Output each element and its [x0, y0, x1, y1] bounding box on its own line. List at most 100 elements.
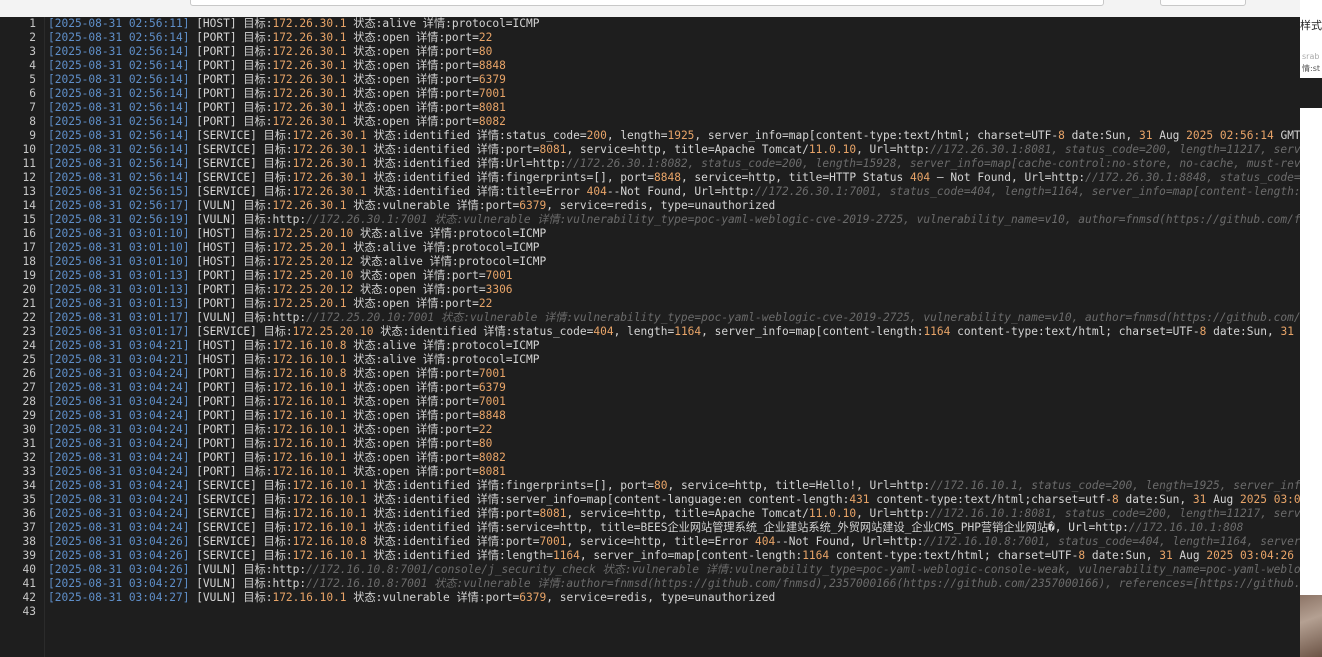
log-line[interactable]: [2025-08-31 03:04:24] [SERVICE] 目标:172.1… — [48, 479, 1300, 493]
log-segment: 172.26.30.1 — [272, 59, 347, 72]
log-line[interactable]: [2025-08-31 02:56:14] [PORT] 目标:172.26.3… — [48, 87, 506, 101]
log-line[interactable]: [2025-08-31 02:56:11] [HOST] 目标:172.26.3… — [48, 17, 539, 31]
log-segment: 172.16.10.1 — [272, 353, 347, 366]
line-number: 29 — [22, 409, 36, 422]
log-line[interactable]: [2025-08-31 03:04:24] [SERVICE] 目标:172.1… — [48, 521, 1243, 535]
log-line[interactable]: [2025-08-31 03:04:24] [PORT] 目标:172.16.1… — [48, 451, 506, 465]
log-segment: [HOST] 目标: — [189, 227, 273, 240]
log-segment: 8081 — [478, 465, 506, 478]
log-line[interactable]: [2025-08-31 03:01:10] [HOST] 目标:172.25.2… — [48, 241, 539, 255]
log-line[interactable]: [2025-08-31 03:04:24] [PORT] 目标:172.16.1… — [48, 465, 506, 479]
log-segment: 状态:alive 详情:protocol=ICMP — [353, 255, 547, 268]
log-segment: 状态:identified 详情:status_code= — [373, 325, 594, 338]
line-number-gutter: 1 2 3 4 5 6 7 8 9 10 11 12 13 14 15 16 17 18 19 20 21 22 23 24 2… — [0, 17, 45, 657]
log-segment: 172.16.10.1 — [272, 423, 347, 436]
log-line[interactable]: [2025-08-31 02:56:14] [PORT] 目标:172.26.3… — [48, 45, 492, 59]
line-number: 40 — [22, 563, 36, 576]
log-segment: [2025-08-31 03:04:27] — [48, 591, 190, 604]
log-segment: Aug — [1172, 549, 1207, 562]
log-line[interactable]: [2025-08-31 03:04:27] [VULN] 目标:http://1… — [48, 577, 1300, 591]
log-line[interactable]: [2025-08-31 03:04:26] [VULN] 目标:http://1… — [48, 563, 1300, 577]
log-segment: 状态:open 详情:port= — [346, 59, 479, 72]
line-number: 19 — [22, 269, 36, 282]
log-line[interactable]: [2025-08-31 02:56:19] [VULN] 目标:http://1… — [48, 213, 1300, 227]
log-content[interactable]: [2025-08-31 02:56:11] [HOST] 目标:172.26.3… — [48, 17, 1300, 657]
log-line[interactable]: [2025-08-31 03:01:13] [PORT] 目标:172.25.2… — [48, 297, 492, 311]
log-line[interactable]: [2025-08-31 03:04:24] [PORT] 目标:172.16.1… — [48, 381, 506, 395]
log-segment: [2025-08-31 02:56:14] — [48, 101, 190, 114]
log-segment: 8082 — [478, 451, 506, 464]
log-line[interactable]: [2025-08-31 03:04:24] [PORT] 目标:172.16.1… — [48, 367, 506, 381]
log-segment: 172.26.30.1 — [292, 157, 367, 170]
log-line[interactable]: [2025-08-31 02:56:14] [SERVICE] 目标:172.2… — [48, 157, 1300, 171]
log-segment: [PORT] 目标: — [189, 395, 273, 408]
log-line[interactable]: [2025-08-31 03:01:17] [SERVICE] 目标:172.2… — [48, 325, 1300, 339]
log-line[interactable]: [2025-08-31 03:04:24] [PORT] 目标:172.16.1… — [48, 395, 506, 409]
log-segment: date:Sun, — [1085, 549, 1160, 562]
log-segment: [2025-08-31 03:04:24] — [48, 493, 190, 506]
log-segment: 状态:identified 详情:status_code= — [366, 129, 587, 142]
line-number: 7 — [29, 101, 36, 114]
log-segment: [2025-08-31 02:56:14] — [48, 87, 190, 100]
log-line[interactable]: [2025-08-31 03:04:21] [HOST] 目标:172.16.1… — [48, 353, 539, 367]
log-line[interactable]: [2025-08-31 03:01:10] [HOST] 目标:172.25.2… — [48, 227, 546, 241]
log-editor[interactable]: 1 2 3 4 5 6 7 8 9 10 11 12 13 14 15 16 17 18 19 20 21 22 23 24 2… — [0, 17, 1300, 657]
log-segment: 22 — [478, 31, 493, 44]
log-line[interactable]: [2025-08-31 02:56:14] [SERVICE] 目标:172.2… — [48, 143, 1300, 157]
log-line[interactable]: [2025-08-31 03:01:10] [HOST] 目标:172.25.2… — [48, 255, 546, 269]
log-segment: [2025-08-31 02:56:14] — [48, 157, 190, 170]
log-segment: 172.26.30.1 — [272, 101, 347, 114]
log-line[interactable]: [2025-08-31 02:56:14] [PORT] 目标:172.26.3… — [48, 59, 506, 73]
log-line[interactable]: [2025-08-31 02:56:14] [PORT] 目标:172.26.3… — [48, 31, 492, 45]
log-line[interactable]: [2025-08-31 03:04:21] [HOST] 目标:172.16.1… — [48, 339, 539, 353]
line-number: 26 — [22, 367, 36, 380]
line-number: 42 — [22, 591, 36, 604]
log-segment: 172.16.10.1 — [292, 493, 367, 506]
log-segment: [2025-08-31 03:04:24] — [48, 423, 190, 436]
log-segment: 404 — [909, 171, 931, 184]
line-number: 33 — [22, 465, 36, 478]
line-number: 5 — [29, 73, 36, 86]
log-segment: [2025-08-31 03:01:10] — [48, 241, 190, 254]
log-line[interactable]: [2025-08-31 03:01:17] [VULN] 目标:http://1… — [48, 311, 1300, 325]
log-line[interactable]: [2025-08-31 03:01:13] [PORT] 目标:172.25.2… — [48, 283, 513, 297]
log-segment: 1164 — [674, 325, 702, 338]
log-segment: 状态:open 详情:port= — [346, 367, 479, 380]
log-line[interactable]: [2025-08-31 03:04:24] [PORT] 目标:172.16.1… — [48, 409, 506, 423]
log-segment: , server_info=map[content-length: — [579, 549, 803, 562]
log-segment: [2025-08-31 03:04:26] — [48, 535, 190, 548]
log-segment: 状态:alive 详情:protocol=ICMP — [346, 17, 540, 30]
log-segment: 状态:vulnerable 详情:port= — [346, 199, 520, 212]
line-number: 10 — [22, 143, 36, 156]
log-line[interactable]: [2025-08-31 03:04:24] [PORT] 目标:172.16.1… — [48, 423, 492, 437]
log-line[interactable]: [2025-08-31 03:04:26] [SERVICE] 目标:172.1… — [48, 549, 1300, 563]
log-line[interactable]: [2025-08-31 03:04:26] [SERVICE] 目标:172.1… — [48, 535, 1300, 549]
log-segment: [VULN] 目标:http: — [189, 311, 307, 324]
log-segment: [SERVICE] 目标: — [189, 325, 293, 338]
log-segment: [2025-08-31 03:04:24] — [48, 507, 190, 520]
log-line[interactable]: [2025-08-31 03:04:24] [SERVICE] 目标:172.1… — [48, 493, 1300, 507]
log-segment: 8082 — [478, 115, 506, 128]
log-line[interactable]: [2025-08-31 03:04:24] [SERVICE] 目标:172.1… — [48, 507, 1300, 521]
log-segment: , service=http, title=Error — [566, 535, 756, 548]
toolbar-button[interactable] — [1160, 0, 1246, 6]
log-segment: 172.16.10.1 — [272, 465, 347, 478]
log-segment: 6379 — [519, 591, 547, 604]
log-line[interactable]: [2025-08-31 02:56:14] [PORT] 目标:172.26.3… — [48, 73, 506, 87]
log-segment: , server_info=map[content-length: — [701, 325, 924, 338]
line-number: 36 — [22, 507, 36, 520]
log-line[interactable]: [2025-08-31 02:56:17] [VULN] 目标:172.26.3… — [48, 199, 775, 213]
log-line[interactable]: [2025-08-31 02:56:14] [SERVICE] 目标:172.2… — [48, 129, 1300, 143]
log-segment: [PORT] 目标: — [189, 409, 273, 422]
log-line[interactable]: [2025-08-31 03:01:13] [PORT] 目标:172.25.2… — [48, 269, 513, 283]
line-number: 9 — [29, 129, 36, 142]
log-line[interactable]: [2025-08-31 02:56:15] [SERVICE] 目标:172.2… — [48, 185, 1300, 199]
log-line[interactable]: [2025-08-31 03:04:27] [VULN] 目标:172.16.1… — [48, 591, 775, 605]
line-number: 28 — [22, 395, 36, 408]
search-field[interactable] — [190, 0, 1104, 6]
log-segment: [VULN] 目标: — [189, 199, 273, 212]
log-line[interactable]: [2025-08-31 02:56:14] [PORT] 目标:172.26.3… — [48, 115, 506, 129]
log-line[interactable]: [2025-08-31 02:56:14] [SERVICE] 目标:172.2… — [48, 171, 1300, 185]
log-line[interactable]: [2025-08-31 03:04:24] [PORT] 目标:172.16.1… — [48, 437, 492, 451]
log-line[interactable]: [2025-08-31 02:56:14] [PORT] 目标:172.26.3… — [48, 101, 506, 115]
